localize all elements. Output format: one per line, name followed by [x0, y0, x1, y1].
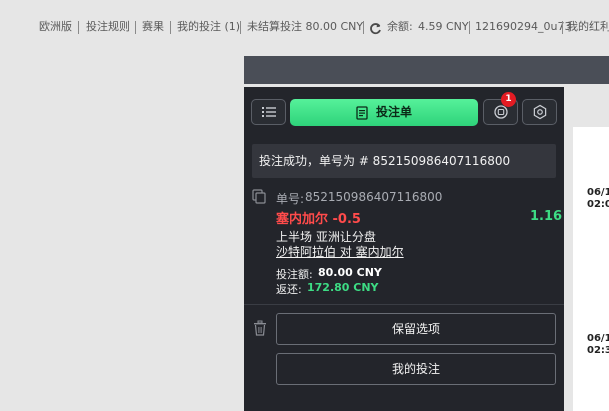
- nav-results[interactable]: 赛果: [142, 14, 164, 40]
- my-bets-button[interactable]: 我的投注: [276, 353, 556, 385]
- bet-match-link[interactable]: 沙特阿拉伯 对 塞内加尔: [276, 243, 404, 260]
- nav-separator: [562, 21, 563, 34]
- keep-selections-label: 保留选项: [391, 322, 440, 336]
- refresh-icon[interactable]: [369, 20, 382, 35]
- ticket-label: 单号:: [276, 192, 305, 206]
- nav-separator: [135, 21, 136, 34]
- bet-odds: 1.16: [530, 209, 563, 224]
- return-label: 返还:: [276, 283, 302, 296]
- betslip-button[interactable]: 投注单: [290, 99, 478, 126]
- success-message: 投注成功，单号为 # 852150986407116800: [259, 154, 511, 168]
- nav-separator: [469, 21, 470, 34]
- betslip-label: 投注单: [376, 105, 413, 119]
- gear-icon: [533, 104, 546, 120]
- copy-icon[interactable]: [252, 189, 266, 208]
- match-time: 02:3: [587, 345, 609, 356]
- nav-separator: [363, 21, 364, 34]
- balance-label: 余额:: [387, 20, 413, 33]
- success-message-box: 投注成功，单号为 # 852150986407116800: [252, 144, 556, 178]
- betslip-icon: [356, 106, 368, 120]
- settings-button[interactable]: [522, 99, 557, 125]
- nav-separator: [78, 21, 79, 34]
- notification-badge: 1: [501, 92, 516, 107]
- section-divider: [244, 304, 564, 305]
- nav-separator: [240, 21, 241, 34]
- nav-separator: [170, 21, 171, 34]
- match-list-card: [573, 127, 609, 411]
- stake-label: 投注额:: [276, 268, 313, 281]
- top-navigation: 欧洲版 投注规则 赛果 我的投注 (1) 未结算投注 80.00 CNY 余额:…: [0, 14, 609, 40]
- stake-value: 80.00 CNY: [318, 266, 382, 279]
- match-date: 06/1: [587, 187, 609, 198]
- match-time: 02:0: [587, 199, 609, 210]
- nav-betting-rules[interactable]: 投注规则: [86, 14, 130, 40]
- my-bets-label: 我的投注: [391, 362, 440, 376]
- list-icon: [261, 107, 276, 117]
- balance-value: 4.59 CNY: [418, 20, 469, 33]
- match-date: 06/1: [587, 333, 609, 344]
- keep-selections-button[interactable]: 保留选项: [276, 313, 556, 345]
- return-value: 172.80 CNY: [307, 281, 379, 294]
- bet-selection: 塞内加尔 -0.5: [276, 212, 361, 227]
- content-header-band: [244, 56, 609, 84]
- nav-my-bets[interactable]: 我的投注 (1): [177, 14, 240, 40]
- list-view-button[interactable]: [251, 99, 286, 125]
- nav-unsettled-bets[interactable]: 未结算投注 80.00 CNY: [247, 14, 363, 40]
- nav-my-bonus[interactable]: 我的红利: [567, 14, 609, 40]
- account-id[interactable]: 121690294_0u73: [475, 14, 571, 40]
- ticket-circle-icon: [493, 105, 508, 119]
- trash-icon[interactable]: [253, 320, 267, 340]
- ticket-number: 852150986407116800: [305, 190, 443, 204]
- nav-europe-version[interactable]: 欧洲版: [39, 14, 72, 40]
